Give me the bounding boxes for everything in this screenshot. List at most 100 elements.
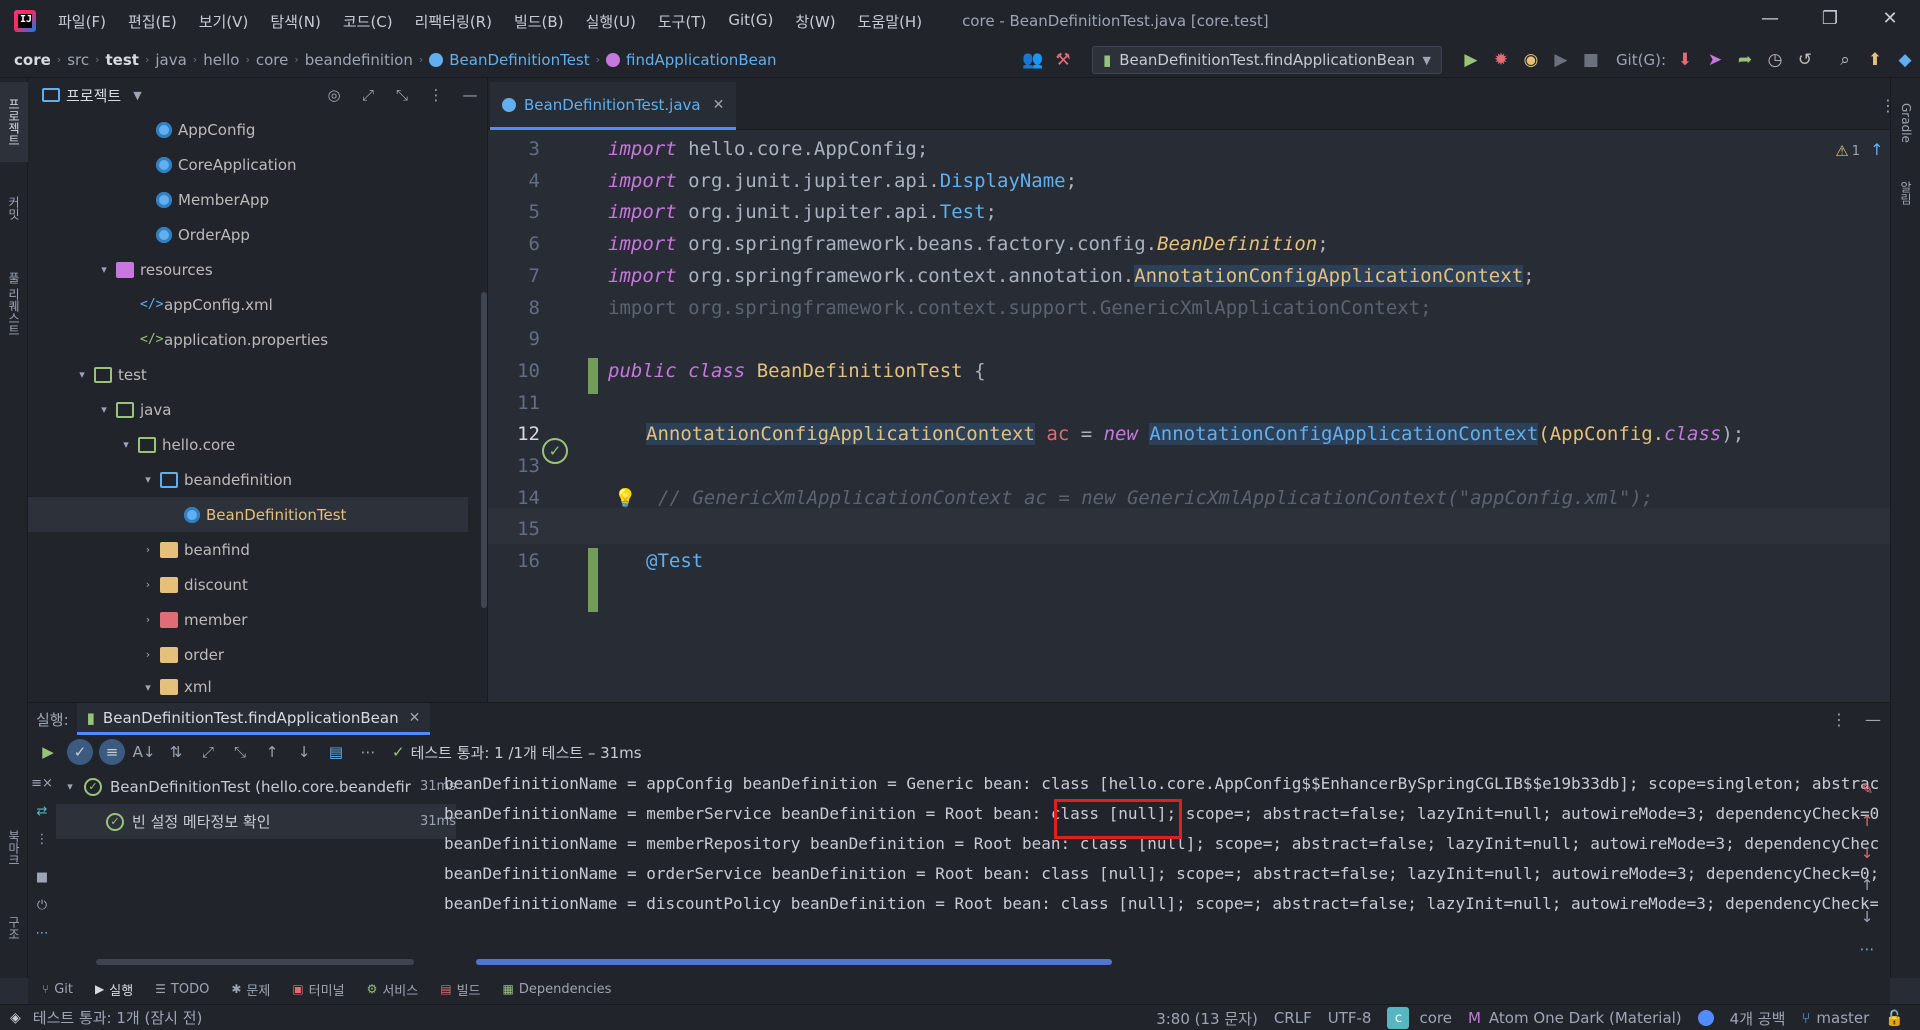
console-scrollbar[interactable] — [476, 959, 1112, 965]
theme-indicator[interactable]: M Atom One Dark (Material) — [1468, 1009, 1682, 1027]
menu-file[interactable]: 파일(F) — [58, 11, 106, 32]
module-indicator[interactable]: c core — [1387, 1007, 1452, 1029]
project-title[interactable]: 프로젝트 — [66, 85, 121, 106]
menu-tools[interactable]: 도구(T) — [658, 11, 706, 32]
close-icon[interactable]: ✕ — [409, 710, 421, 726]
tool-tab-build[interactable]: ▤ 빌드 — [440, 980, 480, 999]
test-tree-scrollbar[interactable] — [96, 959, 414, 965]
tool-tab-structure[interactable]: 구조 — [0, 898, 28, 958]
crumb-core-pkg[interactable]: core — [256, 51, 289, 69]
tool-tab-notifications[interactable]: 알림 — [1891, 168, 1920, 218]
tool-tab-dependencies[interactable]: ▦ Dependencies — [502, 982, 611, 997]
crumb-hello[interactable]: hello — [203, 51, 239, 69]
plug-icon[interactable]: ⏻ — [28, 891, 56, 919]
more-options-icon[interactable]: ⋮ — [1822, 710, 1856, 729]
hide-panel-icon[interactable]: — — [453, 86, 487, 104]
tree-item[interactable]: › discount — [28, 567, 468, 602]
menu-navigate[interactable]: 탐색(N) — [270, 11, 321, 32]
menu-help[interactable]: 도움말(H) — [858, 11, 922, 32]
chevron-right-icon[interactable]: › — [140, 648, 156, 661]
history-icon[interactable]: ◷ — [1760, 45, 1790, 75]
scroll-up-stack-icon[interactable]: ↑ — [1852, 805, 1882, 837]
more-options-icon[interactable]: ⋮ — [28, 825, 56, 853]
tool-tab-todo[interactable]: ☰ TODO — [155, 982, 209, 997]
stop-icon[interactable]: ■ — [28, 863, 56, 891]
chevron-right-icon[interactable]: › — [140, 578, 156, 591]
git-push-icon[interactable]: ➦ — [1730, 45, 1760, 75]
crumb-core[interactable]: core — [14, 51, 51, 69]
tree-item[interactable]: CoreApplication — [28, 147, 468, 182]
git-commit-icon[interactable]: ➤ — [1700, 45, 1730, 75]
collapse-all-icon[interactable]: ⤡ — [224, 738, 256, 766]
menu-run[interactable]: 실행(U) — [586, 11, 636, 32]
lock-icon[interactable]: 🔓 — [1885, 1009, 1904, 1027]
menu-edit[interactable]: 편집(E) — [128, 11, 177, 32]
tree-item[interactable]: </> application.properties — [28, 322, 468, 357]
minimize-button[interactable]: — — [1740, 0, 1800, 36]
vcs-change-marker[interactable] — [588, 358, 598, 394]
search-icon[interactable]: ⌕ — [1830, 45, 1860, 75]
more-icon[interactable]: ⋯ — [1852, 933, 1882, 965]
chevron-down-icon[interactable]: ▾ — [118, 438, 134, 451]
chevron-down-icon[interactable]: ▾ — [62, 780, 78, 793]
file-encoding[interactable]: UTF-8 — [1328, 1009, 1372, 1027]
users-icon[interactable]: 👥 — [1018, 45, 1048, 75]
run-icon[interactable]: ▶ — [1456, 45, 1486, 75]
crumb-src[interactable]: src — [67, 51, 89, 69]
intellij-logo-icon[interactable]: IJ — [14, 10, 36, 32]
inspection-widget[interactable]: ⚠ 1 — [1835, 142, 1860, 160]
menu-window[interactable]: 창(W) — [795, 11, 835, 32]
tree-item[interactable]: › member — [28, 602, 468, 637]
tree-item[interactable]: AppConfig — [28, 112, 468, 147]
chevron-down-icon[interactable]: ▾ — [140, 681, 156, 694]
chevron-down-icon[interactable]: ▾ — [96, 263, 112, 276]
sort-alpha-icon[interactable]: A↓ — [128, 738, 160, 766]
test-suite-row[interactable]: ▾ ✓ BeanDefinitionTest (hello.core.beand… — [56, 769, 456, 804]
console-output[interactable]: beanDefinitionName = appConfig beanDefin… — [444, 769, 1878, 949]
caret-position[interactable]: 3:80 (13 문자) — [1156, 1008, 1258, 1029]
project-scrollbar[interactable] — [481, 292, 487, 608]
tree-item[interactable]: OrderApp — [28, 217, 468, 252]
tool-tab-services[interactable]: ⚙ 서비스 — [367, 980, 419, 999]
rollback-icon[interactable]: ↺ — [1790, 45, 1820, 75]
scroll-to-end-icon[interactable]: ↓ — [1852, 901, 1882, 933]
expand-all-icon[interactable]: ⤢ — [351, 86, 385, 104]
previous-failed-icon[interactable]: ↑ — [256, 738, 288, 766]
tool-tab-terminal[interactable]: ▣ 터미널 — [292, 980, 344, 999]
rerun-icon[interactable]: ▶ — [32, 738, 64, 766]
tree-item[interactable]: ▾ beandefinition — [28, 462, 468, 497]
menu-code[interactable]: 코드(C) — [343, 11, 393, 32]
clear-console-icon[interactable]: ✎ — [1852, 773, 1882, 805]
crumb-method[interactable]: findApplicationBean — [626, 51, 777, 69]
tool-tab-git[interactable]: ⑂ Git — [42, 982, 73, 997]
expand-all-icon[interactable]: ⤢ — [192, 738, 224, 766]
tree-item[interactable]: ▾ test — [28, 357, 468, 392]
tool-tab-run[interactable]: ▶ 실행 — [95, 980, 133, 999]
tool-tab-problems[interactable]: ✱ 문제 — [231, 980, 270, 999]
accent-dot-icon[interactable] — [1697, 1010, 1714, 1026]
profile-icon[interactable]: ▶ — [1546, 45, 1576, 75]
tree-item[interactable]: ▾ hello.core — [28, 427, 468, 462]
lightbulb-icon[interactable]: 💡 — [614, 488, 636, 509]
chevron-right-icon[interactable]: › — [140, 543, 156, 556]
menu-view[interactable]: 보기(V) — [199, 11, 249, 32]
show-passed-icon[interactable]: ✓ — [67, 739, 93, 765]
tree-item[interactable]: › beanfind — [28, 532, 468, 567]
jetbrains-icon[interactable]: ◆ — [1890, 45, 1920, 75]
clear-icon[interactable]: ≡× — [28, 769, 56, 797]
tool-tab-pull-requests[interactable]: 풀 리퀘스트 — [0, 254, 28, 354]
tree-item[interactable]: </> appConfig.xml — [28, 287, 468, 322]
restore-button[interactable]: ❐ — [1800, 0, 1860, 36]
scroll-to-top-icon[interactable]: ↑ — [1852, 869, 1882, 901]
tool-tab-gradle[interactable]: Gradle — [1891, 88, 1920, 158]
arrow-up-icon[interactable]: ↑ — [1870, 140, 1883, 159]
tool-tab-project[interactable]: 프로젝트 — [0, 82, 28, 162]
status-message[interactable]: ◈ 테스트 통과: 1개 (잠시 전) — [10, 1007, 202, 1028]
next-failed-icon[interactable]: ↓ — [288, 738, 320, 766]
scroll-down-stack-icon[interactable]: ↓ — [1852, 837, 1882, 869]
menu-git[interactable]: Git(G) — [728, 11, 773, 32]
crumb-test[interactable]: test — [106, 51, 139, 69]
crumb-beandefinition[interactable]: beandefinition — [305, 51, 413, 69]
run-tab-active[interactable]: ▮ BeanDefinitionTest.findApplicationBean… — [76, 703, 431, 735]
tree-item[interactable]: ▾ resources — [28, 252, 468, 287]
